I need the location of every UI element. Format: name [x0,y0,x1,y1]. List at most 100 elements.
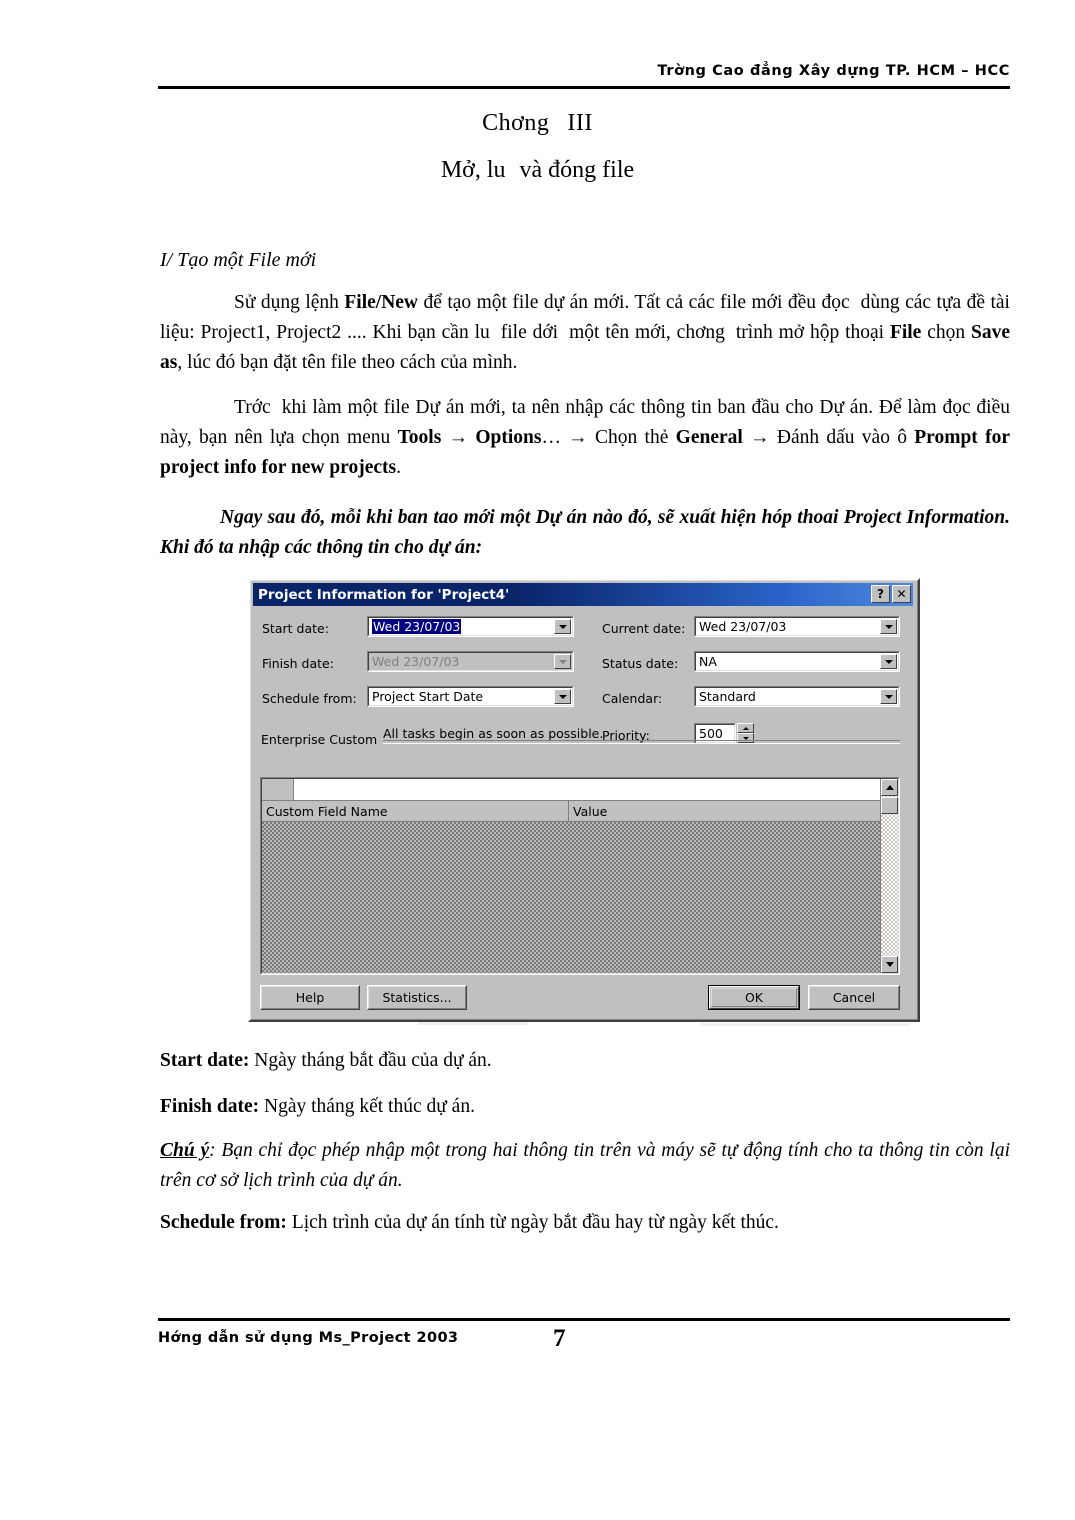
finish-date-dropdown-icon[interactable] [554,654,571,669]
current-date-value: Wed 23/07/03 [699,619,787,634]
schedule-from-combo[interactable]: Project Start Date [367,686,574,707]
p1-text-8: , lúc đó bạn đặt tên file theo cách của … [177,352,518,373]
header-institution-text: Trờng Cao đẳng Xây dựng TP. HCM – HCC [657,63,1010,79]
p2-text-4: … → Chọn thẻ [541,427,676,448]
header-divider-rule [158,86,1010,89]
status-date-label-text: Status date: [602,656,679,671]
paragraph-2: Trớc khi làm một file Dự án mới, ta nên n… [160,393,1010,483]
custom-fields-grid[interactable]: Custom Field Name Value [260,777,900,975]
priority-increment-icon[interactable] [737,723,754,733]
document-page: Trờng Cao đẳng Xây dựng TP. HCM – HCC Ch… [0,0,1075,1520]
p1-bold-file-new: File/New [344,292,419,313]
grid-empty-body [262,822,882,973]
status-date-combo[interactable]: NA [694,651,900,672]
footer-page-number: 7 [553,1325,566,1352]
schedule-from-value: Project Start Date [372,689,484,704]
calendar-dropdown-icon[interactable] [880,689,897,704]
footer-document-title: Hớng dẫn sử dụng Ms_Project 2003 [158,1330,459,1346]
p1-text-6: trình mở hộp thoại [735,322,890,343]
finish-date-label: Finish date: [262,656,334,671]
finish-date-value: Wed 23/07/03 [372,654,460,669]
current-date-label: Current date: [602,621,685,636]
p1-text-4: file dới [500,322,559,343]
paragraph-1: Sử dụng lệnh File/New để tạo một file dự… [160,288,1010,378]
enterprise-custom-group-rule [375,740,900,744]
scan-artifact-1 [418,1021,528,1025]
statistics-button[interactable]: Statistics... [367,985,467,1010]
p2-text-3: → [441,427,476,448]
p1-text-2: để tạo một file dự án mới. Tất cả các fi… [418,292,850,313]
note-schedule-from-desc: Lịch trình của dự án tính từ ngày bắt đầ… [286,1212,779,1233]
chapter-subtitle: Mở, lu và đóng file [0,157,1075,184]
start-date-label: Start date: [262,621,329,636]
note-chu-y-desc: : Bạn chỉ đọc phép nhập một trong hai th… [160,1140,1010,1191]
current-date-combo[interactable]: Wed 23/07/03 [694,616,900,637]
grid-entry-input[interactable] [294,779,882,801]
grid-vertical-scrollbar[interactable] [880,779,898,973]
note-schedule-from: Schedule from: Lịch trình của dự án tính… [160,1208,1010,1238]
note-finish-date-desc: Ngày tháng kết thúc dự án. [259,1096,475,1117]
paragraph-3: Ngay sau đó, mỗi khi ban tao mới một Dự … [160,503,1010,563]
start-date-value: Wed 23/07/03 [372,619,462,634]
grid-entry-row[interactable] [262,779,882,801]
p2-text-5: → Đánh dấu vào ô [742,427,915,448]
note-chu-y: Chú ý: Bạn chỉ đọc phép nhập một trong h… [160,1136,1010,1196]
scroll-down-icon[interactable] [881,956,898,973]
help-question-icon[interactable]: ? [871,585,890,603]
cancel-button[interactable]: Cancel [808,985,900,1010]
start-date-combo[interactable]: Wed 23/07/03 [367,616,574,637]
cancel-button-label: Cancel [809,986,899,1009]
project-information-dialog: Project Information for 'Project4' ? ✕ S… [248,578,920,1022]
help-button[interactable]: Help [260,985,360,1010]
p3-text: Ngay sau đó, mỗi khi ban tao mới một Dự … [160,507,1010,558]
calendar-combo[interactable]: Standard [694,686,900,707]
p2-bold-options: Options [475,427,542,448]
grid-column-header-value[interactable]: Value [569,801,882,822]
finish-date-label-text: Finish date: [262,656,334,671]
grid-select-all-corner[interactable] [262,779,294,801]
ok-button[interactable]: OK [708,985,800,1010]
titlebar-buttons: ? ✕ [871,585,911,603]
note-start-date: Start date: Ngày tháng bắt đầu của dự án… [160,1046,1010,1076]
help-button-label: Help [261,986,359,1009]
note-start-date-term: Start date: [160,1050,250,1071]
dialog-title-text: Project Information for 'Project4' [258,586,510,603]
statistics-button-label: Statistics... [368,986,466,1009]
close-icon[interactable]: ✕ [892,585,911,603]
calendar-label-text: Calendar: [602,691,663,706]
footer-divider-rule [158,1318,1010,1321]
p1-text-1: Sử dụng lệnh [234,292,345,313]
chapter-number: III [567,110,593,136]
chapter-title: Chơng III [0,110,1075,137]
chapter-word: Chơng [482,110,550,136]
schedule-from-dropdown-icon[interactable] [554,689,571,704]
p1-bold-file: File [889,322,922,343]
start-date-dropdown-icon[interactable] [554,619,571,634]
grid-inner: Custom Field Name Value [261,778,899,974]
page-footer: Hớng dẫn sử dụng Ms_Project 2003 7 [158,1325,1010,1354]
schedule-from-label-text: Schedule from: [262,691,357,706]
start-date-label-text: Start date: [262,621,329,636]
dialog-titlebar[interactable]: Project Information for 'Project4' ? ✕ [253,583,913,606]
enterprise-custom-group-label: Enterprise Custom [261,732,384,747]
finish-date-combo[interactable]: Wed 23/07/03 [367,651,574,672]
note-finish-date: Finish date: Ngày tháng kết thúc dự án. [160,1092,1010,1122]
current-date-dropdown-icon[interactable] [880,619,897,634]
grid-column-header-name[interactable]: Custom Field Name [262,801,569,822]
p1-text-5: một tên mới, chơng [569,322,725,343]
scroll-thumb[interactable] [881,797,898,814]
note-finish-date-term: Finish date: [160,1096,260,1117]
subtitle-part-a: Mở, lu [440,157,506,183]
status-date-dropdown-icon[interactable] [880,654,897,669]
note-start-date-desc: Ngày tháng bắt đầu của dự án. [249,1050,492,1071]
p2-text-6: . [396,457,401,478]
ok-button-label: OK [711,988,797,1007]
current-date-label-text: Current date: [602,621,686,636]
calendar-value: Standard [699,689,756,704]
status-date-label: Status date: [602,656,678,671]
status-date-value: NA [699,654,717,669]
p2-text-1: Trớc [234,397,271,418]
scan-artifact-2 [700,1023,910,1026]
scroll-up-icon[interactable] [881,779,898,796]
p1-text-7: chọn [921,322,971,343]
